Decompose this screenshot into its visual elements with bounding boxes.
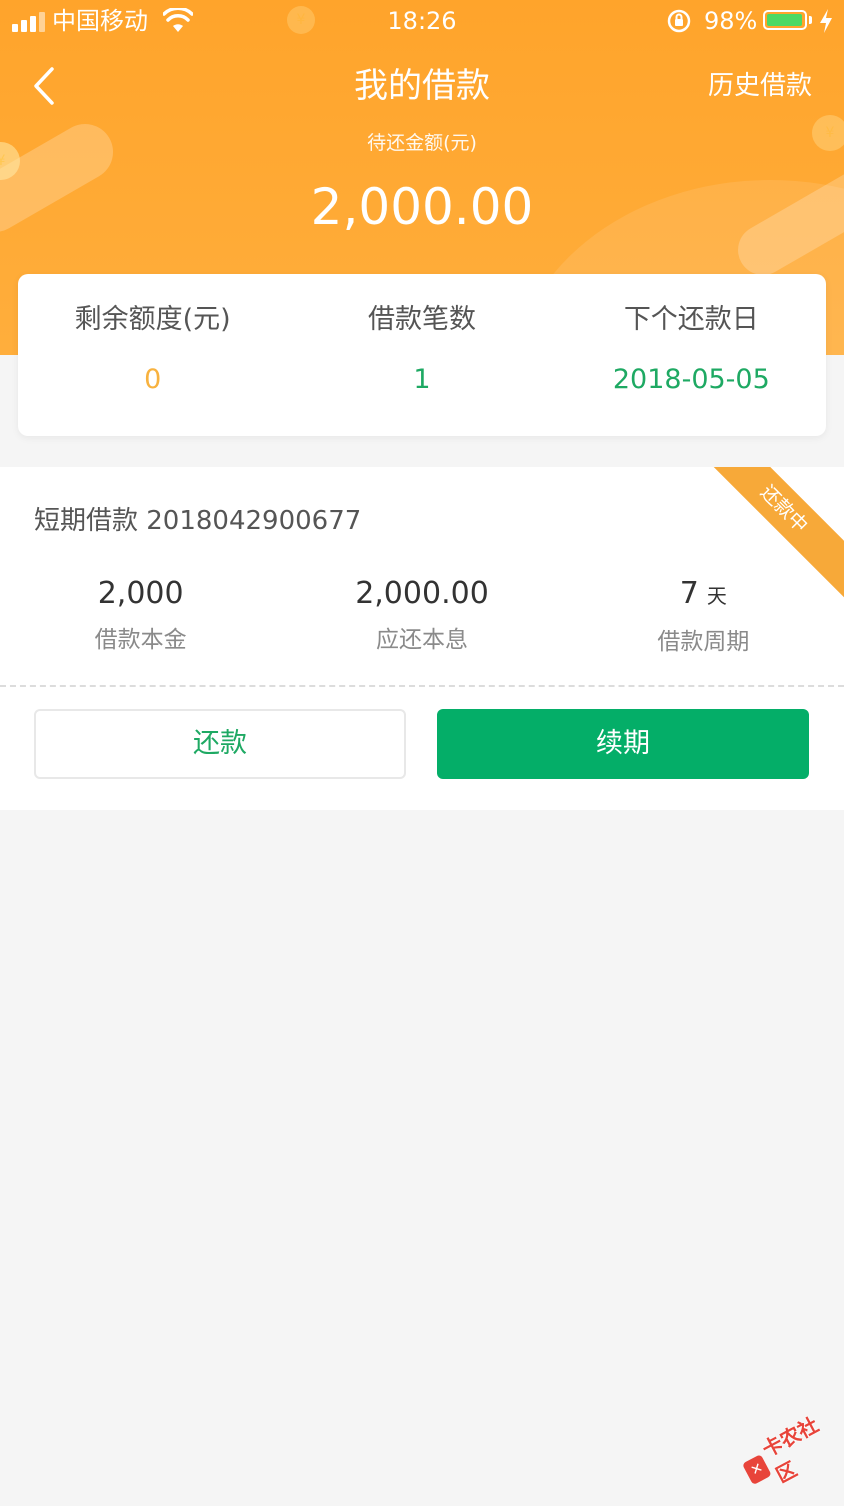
summary-label: 借款笔数: [367, 304, 476, 335]
loan-stat-label: 借款周期: [657, 629, 750, 655]
charging-bolt-icon: [820, 9, 832, 33]
status-bar: 中国移动 18:26 98%: [0, 0, 844, 44]
loan-stat-value: 2,000.00: [355, 576, 489, 611]
summary-value: 1: [413, 364, 431, 395]
loan-summary-card: 剩余额度(元) 0 借款笔数 1 下个还款日 2018-05-05: [18, 274, 826, 436]
renew-button[interactable]: 续期: [437, 709, 809, 779]
summary-label: 下个还款日: [623, 304, 759, 335]
watermark: ✕ 卡农社区: [731, 1398, 844, 1506]
loan-stat-principal: 2,000 借款本金: [0, 573, 281, 659]
summary-value: 0: [144, 364, 162, 395]
loan-stats: 2,000 借款本金 2,000.00 应还本息 7天 借款周期: [0, 573, 844, 659]
amount-due-value: 2,000.00: [310, 178, 534, 236]
history-loans-link[interactable]: 历史借款: [708, 64, 812, 108]
loan-card[interactable]: 短期借款 2018042900677 还款中 2,000 借款本金 2,000.…: [0, 467, 844, 810]
loan-stat-value: 2,000: [97, 576, 184, 611]
summary-next-due-date: 下个还款日 2018-05-05: [557, 274, 826, 436]
summary-remaining-credit: 剩余额度(元) 0: [18, 274, 287, 436]
loan-stat-unit: 天: [706, 584, 727, 608]
repay-button[interactable]: 还款: [34, 709, 406, 779]
summary-value: 2018-05-05: [612, 364, 770, 395]
loan-stat-term: 7天 借款周期: [563, 573, 844, 659]
loan-stat-label: 借款本金: [94, 627, 187, 653]
loan-stat-repayable: 2,000.00 应还本息: [281, 573, 562, 659]
amount-due-label: 待还金额(元): [367, 132, 477, 154]
loan-title: 短期借款 2018042900677: [34, 506, 362, 536]
battery-tip: [809, 16, 812, 24]
battery-icon: [763, 10, 807, 30]
loan-stat-value: 7天: [679, 576, 727, 611]
dashed-divider: [0, 685, 844, 687]
rotation-lock-icon: [667, 9, 691, 33]
summary-label: 剩余额度(元): [74, 304, 231, 335]
loan-stat-label: 应还本息: [375, 627, 468, 653]
battery-percent: 98%: [704, 7, 758, 35]
summary-loan-count: 借款笔数 1: [287, 274, 556, 436]
